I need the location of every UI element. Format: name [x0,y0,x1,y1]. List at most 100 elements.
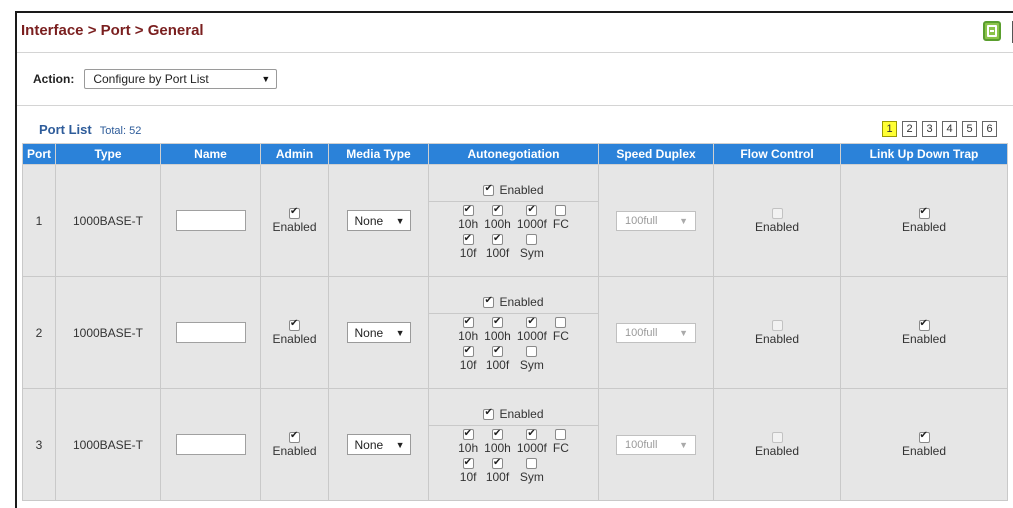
capability-column: 100h 100f [481,203,514,260]
save-icon[interactable] [983,21,1001,41]
column-header-admin: Admin [260,143,329,165]
link-trap-checkbox[interactable] [918,430,930,443]
flow-control-checkbox[interactable] [771,431,783,443]
capability-checkbox-10f[interactable] [462,344,474,358]
capabilities-grid: 10h 10f 100h 100f 1000f Sym FC [429,202,598,262]
autonegotiation-checkbox[interactable] [483,407,495,420]
capability-column: 1000f Sym [514,315,550,372]
capability-checkbox-100f[interactable] [491,456,503,470]
page-button-3[interactable]: 3 [922,121,937,137]
capability-checkbox-fc[interactable] [555,204,567,216]
autonegotiation-cell: Enabled 10h 10f 100h 100f 1000f Sym FC [428,164,599,277]
page-button-2[interactable]: 2 [902,121,917,137]
media-type-select[interactable]: None ▼ [346,322,411,343]
link-trap-control: Enabled [841,206,1007,234]
flow-control-checkbox[interactable] [771,319,783,331]
capability-column: FC [550,204,572,260]
capability-column: 1000f Sym [514,203,550,260]
capability-label: 1000f [516,328,547,343]
admin-checkbox[interactable] [289,206,300,219]
autonegotiation-checkbox[interactable] [483,295,495,308]
capability-checkbox-fc[interactable] [555,316,567,328]
capability-checkbox-10h[interactable] [462,203,474,217]
port-name-input[interactable] [175,434,246,455]
speed-duplex-select[interactable]: 100full ▼ [616,210,696,231]
flow-control-checkbox[interactable] [771,207,783,219]
port-name-input[interactable] [175,210,246,231]
column-header-media-type: Media Type [328,143,429,165]
capability-checkbox-100f[interactable] [491,344,503,358]
media-type-value: None [354,325,384,340]
autonegotiation-enable-label: Enabled [499,183,544,197]
admin-label: Enabled [272,443,317,458]
capability-column: 10h 10f [455,203,481,260]
speed-duplex-select[interactable]: 100full ▼ [616,434,696,455]
media-type-select[interactable]: None ▼ [346,434,411,455]
capability-label: FC [552,440,569,455]
port-number-cell: 1 [22,164,56,277]
admin-control: Enabled [261,206,328,234]
speed-duplex-value: 100full [625,214,658,227]
autonegotiation-enable: Enabled [429,404,598,426]
admin-label: Enabled [272,219,317,234]
capability-checkbox-100h[interactable] [491,203,503,217]
admin-cell: Enabled [260,164,329,277]
page-button-6[interactable]: 6 [982,121,997,137]
page-button-4[interactable]: 4 [942,121,957,137]
action-select-value: Configure by Port List [93,72,209,86]
port-type-cell: 1000BASE-T [55,388,161,501]
admin-control: Enabled [261,318,328,346]
capability-checkbox-100h[interactable] [491,427,503,441]
link-trap-label: Enabled [901,219,947,234]
autonegotiation-enable-label: Enabled [499,295,544,309]
capability-checkbox-sym[interactable] [526,345,538,357]
capability-label: 100h [484,328,511,343]
chevron-down-icon: ▼ [679,215,688,226]
page-button-5[interactable]: 5 [962,121,977,137]
link-trap-label: Enabled [901,331,947,346]
autonegotiation-enable-label: Enabled [499,407,544,421]
port-type-cell: 1000BASE-T [55,276,161,389]
admin-checkbox[interactable] [289,318,300,331]
capability-checkbox-10f[interactable] [462,232,474,246]
capability-checkbox-10h[interactable] [462,427,474,441]
capability-label: 10f [459,469,477,484]
capability-checkbox-10h[interactable] [462,315,474,329]
page-button-1[interactable]: 1 [882,121,897,137]
media-type-select[interactable]: None ▼ [346,210,411,231]
port-number: 2 [35,325,43,340]
column-header-autonegotiation: Autonegotiation [428,143,599,165]
admin-checkbox[interactable] [289,430,300,443]
capability-checkbox-10f[interactable] [462,456,474,470]
capability-checkbox-100h[interactable] [491,315,503,329]
capability-column: 100h 100f [481,427,514,484]
capability-checkbox-1000f[interactable] [526,315,538,329]
action-select[interactable]: Configure by Port List ▼ [84,69,278,89]
link-trap-checkbox[interactable] [918,206,930,219]
capability-checkbox-sym[interactable] [526,457,538,469]
capability-checkbox-100f[interactable] [491,232,503,246]
capabilities-grid: 10h 10f 100h 100f 1000f Sym FC [429,314,598,374]
port-name-cell [160,276,261,389]
link-trap-checkbox[interactable] [918,318,930,331]
capability-label: 100f [485,357,510,372]
autonegotiation-enable: Enabled [429,292,598,314]
speed-duplex-select[interactable]: 100full ▼ [616,322,696,343]
capability-checkbox-1000f[interactable] [526,427,538,441]
capability-checkbox-1000f[interactable] [526,203,538,217]
port-number: 3 [35,437,43,452]
capability-label: FC [552,328,569,343]
port-name-input[interactable] [175,322,246,343]
capability-label: 10f [459,245,477,260]
capability-checkbox-sym[interactable] [526,233,538,245]
autonegotiation-checkbox[interactable] [483,183,495,196]
capability-checkbox-fc[interactable] [555,428,567,440]
admin-label: Enabled [272,331,317,346]
port-type: 1000BASE-T [72,325,144,340]
action-row: Action: Configure by Port List ▼ [33,68,278,90]
capability-column: 1000f Sym [514,427,550,484]
media-type-cell: None ▼ [328,276,429,389]
page-title: Interface > Port > General [21,22,204,39]
media-type-value: None [354,437,384,452]
link-trap-cell: Enabled [840,164,1008,277]
